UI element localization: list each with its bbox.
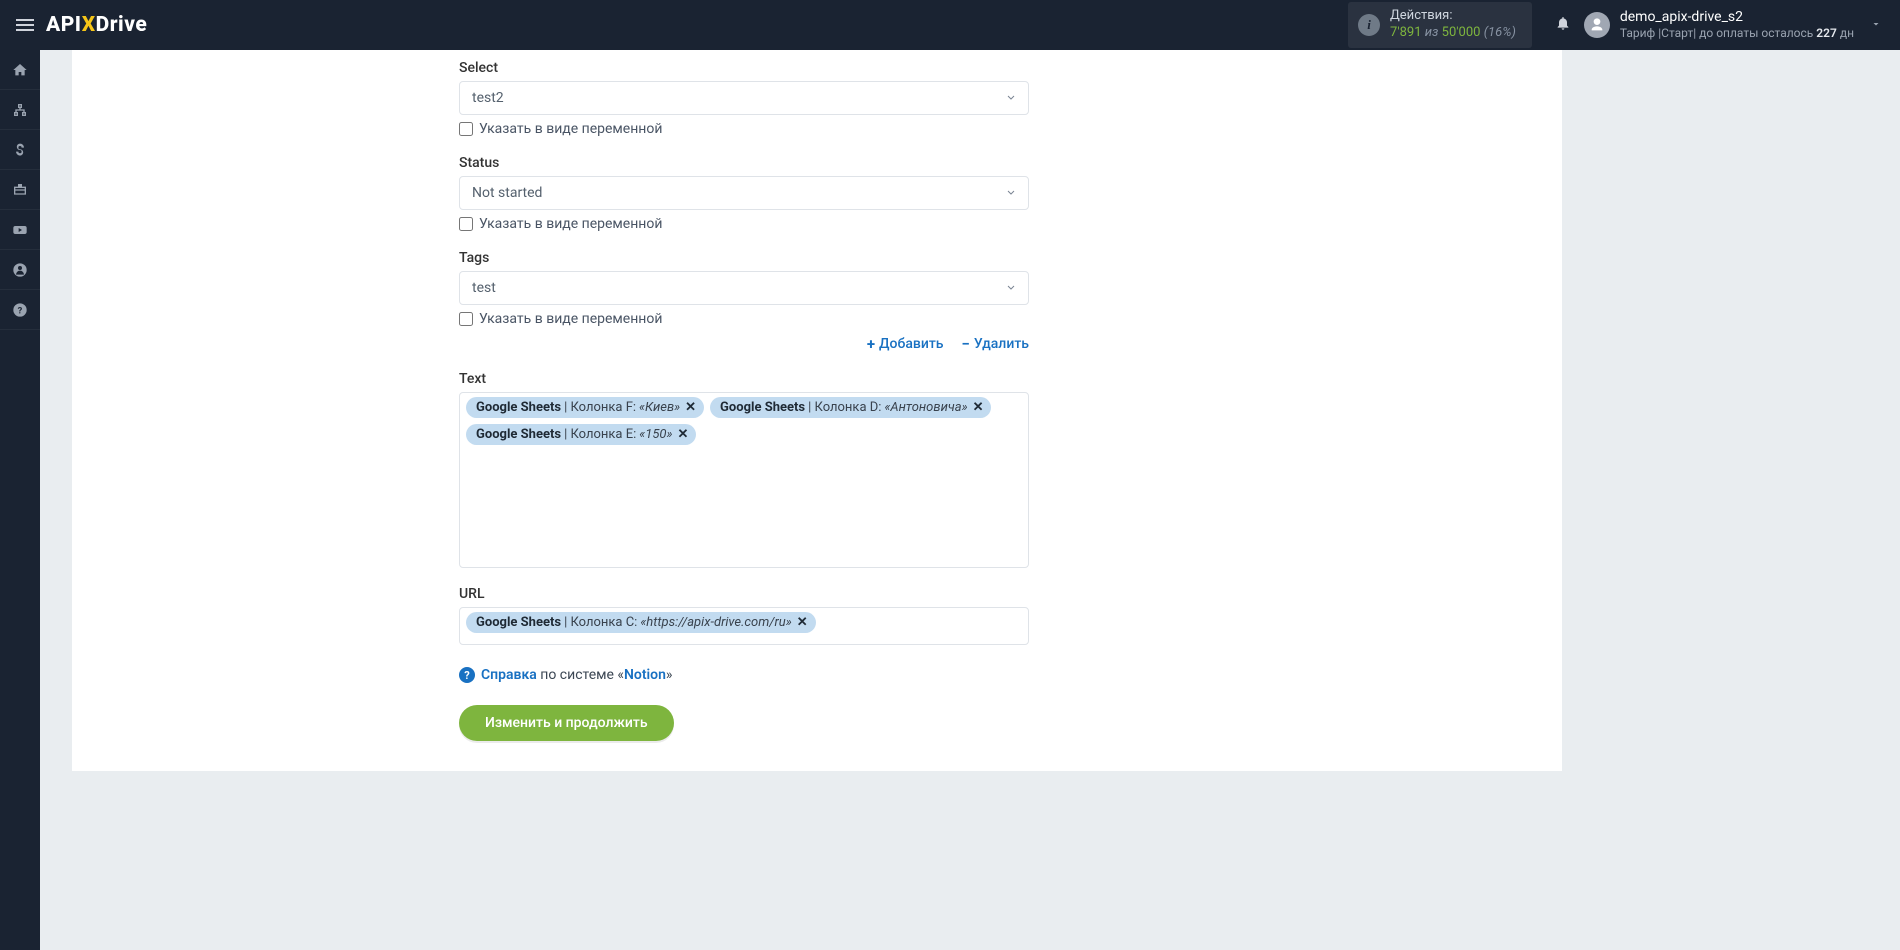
- close-icon[interactable]: ✕: [973, 400, 984, 415]
- field-status: Status Not started Указать в виде переме…: [459, 155, 1029, 232]
- sidebar-item-connections[interactable]: [0, 90, 40, 130]
- remove-label: Удалить: [974, 336, 1029, 352]
- tariff-mid: | до оплаты осталось: [1693, 26, 1816, 40]
- logo[interactable]: APIXDrive: [46, 13, 147, 37]
- help-link[interactable]: Справка: [481, 667, 537, 683]
- help-link-row: ? Справка по системе «Notion»: [459, 667, 1029, 683]
- chip-text-0[interactable]: Google Sheets | Колонка F: «Киев» ✕: [466, 397, 704, 418]
- help-system-link[interactable]: Notion: [624, 667, 666, 683]
- sidebar-item-video[interactable]: [0, 210, 40, 250]
- remove-tag-link[interactable]: −Удалить: [962, 335, 1029, 353]
- checkbox-variable-select[interactable]: Указать в виде переменной: [459, 121, 1029, 137]
- plus-icon: +: [867, 335, 875, 353]
- user-name: demo_apix-drive_s2: [1620, 9, 1854, 26]
- tags-dropdown[interactable]: test: [459, 271, 1029, 305]
- chip-src: Google Sheets: [476, 615, 561, 630]
- tariff-prefix: Тариф |: [1620, 26, 1661, 40]
- checkbox-label: Указать в виде переменной: [479, 121, 662, 137]
- add-tag-link[interactable]: +Добавить: [867, 335, 944, 353]
- chip-col: | Колонка E:: [564, 427, 636, 442]
- actions-numbers: 7'891 из 50'000 (16%): [1390, 25, 1516, 42]
- field-select: Select test2 Указать в виде переменной: [459, 60, 1029, 137]
- tariff-days-suffix: дн: [1837, 26, 1854, 40]
- sidebar: ?: [0, 50, 40, 950]
- minus-icon: −: [962, 335, 970, 353]
- checkbox-variable-status[interactable]: Указать в виде переменной: [459, 216, 1029, 232]
- question-icon: ?: [459, 667, 475, 683]
- chip-col: | Колонка D:: [808, 400, 881, 415]
- sidebar-item-briefcase[interactable]: [0, 170, 40, 210]
- field-label-url: URL: [459, 586, 1029, 602]
- chip-col: | Колонка C:: [564, 615, 637, 630]
- page-content: Select test2 Указать в виде переменной S…: [40, 50, 1900, 950]
- chip-text-1[interactable]: Google Sheets | Колонка D: «Антоновича» …: [710, 397, 991, 418]
- actions-of: из: [1425, 25, 1439, 40]
- close-icon[interactable]: ✕: [685, 400, 696, 415]
- sidebar-item-user[interactable]: [0, 250, 40, 290]
- bell-icon[interactable]: [1546, 15, 1580, 35]
- user-block[interactable]: demo_apix-drive_s2 Тариф |Старт| до опла…: [1620, 9, 1854, 40]
- submit-button[interactable]: Изменить и продолжить: [459, 705, 674, 741]
- field-tags: Tags test Указать в виде переменной +Доб…: [459, 250, 1029, 353]
- app-header: APIXDrive i Действия: 7'891 из 50'000 (1…: [0, 0, 1900, 50]
- svg-text:?: ?: [18, 305, 23, 316]
- sidebar-item-billing[interactable]: [0, 130, 40, 170]
- field-label-tags: Tags: [459, 250, 1029, 266]
- checkbox-label: Указать в виде переменной: [479, 311, 662, 327]
- text-chips-input[interactable]: Google Sheets | Колонка F: «Киев» ✕ Goog…: [459, 392, 1029, 568]
- select-dropdown[interactable]: test2: [459, 81, 1029, 115]
- chip-src: Google Sheets: [476, 400, 561, 415]
- checkbox-label: Указать в виде переменной: [479, 216, 662, 232]
- close-icon[interactable]: ✕: [797, 615, 808, 630]
- actions-text: Действия: 7'891 из 50'000 (16%): [1390, 8, 1516, 42]
- sidebar-item-help[interactable]: ?: [0, 290, 40, 330]
- hamburger-menu-icon[interactable]: [12, 15, 38, 35]
- form-panel: Select test2 Указать в виде переменной S…: [72, 50, 1562, 771]
- tags-value: test: [472, 280, 496, 296]
- checkbox-input[interactable]: [459, 312, 473, 326]
- chip-val: «Киев»: [639, 400, 680, 415]
- field-label-text: Text: [459, 371, 1029, 387]
- chevron-down-icon[interactable]: [1854, 18, 1888, 33]
- chip-src: Google Sheets: [476, 427, 561, 442]
- chip-val: «150»: [639, 427, 672, 442]
- actions-label: Действия:: [1390, 8, 1516, 25]
- field-text: Text Google Sheets | Колонка F: «Киев» ✕…: [459, 371, 1029, 568]
- field-url: URL Google Sheets | Колонка C: «https://…: [459, 586, 1029, 645]
- checkbox-input[interactable]: [459, 217, 473, 231]
- field-label-status: Status: [459, 155, 1029, 171]
- help-post: »: [666, 667, 673, 683]
- status-dropdown[interactable]: Not started: [459, 176, 1029, 210]
- checkbox-variable-tags[interactable]: Указать в виде переменной: [459, 311, 1029, 327]
- user-tariff: Тариф |Старт| до оплаты осталось 227 дн: [1620, 26, 1854, 40]
- select-value: test2: [472, 90, 504, 106]
- field-label-select: Select: [459, 60, 1029, 76]
- help-mid: по системе «: [540, 667, 624, 683]
- tariff-days: 227: [1816, 26, 1837, 40]
- logo-part-x: X: [82, 13, 96, 37]
- actions-badge[interactable]: i Действия: 7'891 из 50'000 (16%): [1348, 2, 1532, 48]
- chip-col: | Колонка F:: [564, 400, 636, 415]
- chip-src: Google Sheets: [720, 400, 805, 415]
- status-value: Not started: [472, 185, 542, 201]
- tags-actions: +Добавить −Удалить: [459, 335, 1029, 353]
- chip-val: «Антоновича»: [884, 400, 967, 415]
- tariff-name: Старт: [1661, 26, 1693, 40]
- actions-pct: (16%): [1484, 25, 1516, 40]
- actions-count: 7'891: [1390, 25, 1422, 40]
- help-text: Справка по системе «Notion»: [481, 667, 672, 683]
- url-chips-input[interactable]: Google Sheets | Колонка C: «https://apix…: [459, 607, 1029, 645]
- avatar[interactable]: [1584, 12, 1610, 38]
- info-icon: i: [1358, 14, 1380, 36]
- chip-val: «https://apix-drive.com/ru»: [640, 615, 791, 630]
- chip-url-0[interactable]: Google Sheets | Колонка C: «https://apix…: [466, 612, 816, 633]
- checkbox-input[interactable]: [459, 122, 473, 136]
- close-icon[interactable]: ✕: [677, 427, 688, 442]
- chip-text-2[interactable]: Google Sheets | Колонка E: «150» ✕: [466, 424, 696, 445]
- logo-part-api: API: [46, 13, 82, 37]
- actions-max: 50'000: [1442, 25, 1481, 40]
- add-label: Добавить: [879, 336, 943, 352]
- logo-part-drive: Drive: [96, 13, 148, 37]
- sidebar-item-home[interactable]: [0, 50, 40, 90]
